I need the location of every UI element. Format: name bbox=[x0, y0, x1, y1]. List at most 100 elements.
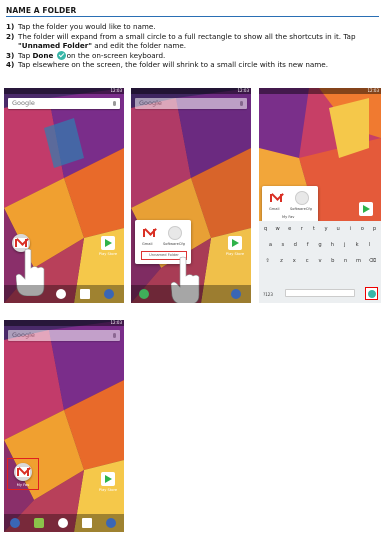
screenshot-1: 12:03 Google Play Store bbox=[4, 88, 124, 303]
play-store-label: Play Store bbox=[98, 252, 118, 256]
key-x[interactable]: x bbox=[290, 258, 299, 264]
play-store-icon[interactable] bbox=[101, 236, 115, 250]
dock bbox=[4, 285, 124, 303]
key-u[interactable]: u bbox=[334, 226, 343, 232]
key-r[interactable]: r bbox=[297, 226, 306, 232]
key-y[interactable]: y bbox=[322, 226, 331, 232]
gmail-icon bbox=[16, 467, 30, 477]
play-store-icon[interactable] bbox=[228, 236, 242, 250]
step-number: 3) bbox=[6, 50, 15, 60]
apps-icon[interactable] bbox=[58, 518, 68, 528]
screenshot-2: 12:03 Google Gmail SoftwareCfg Unnamed F… bbox=[131, 88, 251, 303]
gmail-label: Gmail bbox=[142, 242, 153, 246]
done-check-icon bbox=[56, 50, 66, 60]
key-g[interactable]: g bbox=[316, 242, 325, 248]
folder-circle-icon[interactable] bbox=[14, 463, 32, 481]
key-i[interactable]: i bbox=[346, 226, 355, 232]
key-l[interactable]: l bbox=[365, 242, 374, 248]
key-p[interactable]: p bbox=[370, 226, 379, 232]
google-search-bar[interactable]: Google bbox=[8, 330, 120, 341]
gmail-icon bbox=[14, 238, 28, 248]
gmail-dock-icon[interactable] bbox=[80, 289, 90, 299]
softwarecfg-label: SoftwareCfg bbox=[290, 207, 312, 211]
keyboard-row-3: zxcvbnm bbox=[277, 258, 363, 264]
backspace-key[interactable]: ⌫ bbox=[368, 258, 377, 264]
mic-icon[interactable] bbox=[113, 101, 116, 106]
key-w[interactable]: w bbox=[273, 226, 282, 232]
key-e[interactable]: e bbox=[285, 226, 294, 232]
step-text: Tap Done on the on-screen keyboard. bbox=[18, 50, 382, 61]
google-search-bar[interactable]: Google bbox=[8, 98, 120, 109]
wallpaper-image bbox=[4, 320, 124, 532]
key-h[interactable]: h bbox=[328, 242, 337, 248]
step-3: 3) Tap Done on the on-screen keyboard. bbox=[6, 50, 382, 61]
gmail-label: Gmail bbox=[269, 207, 280, 211]
key-n[interactable]: n bbox=[341, 258, 350, 264]
key-o[interactable]: o bbox=[358, 226, 367, 232]
google-search-bar[interactable]: Google bbox=[135, 98, 247, 109]
softwarecfg-icon[interactable] bbox=[295, 191, 309, 205]
shift-key[interactable]: ⇧ bbox=[263, 258, 272, 264]
key-d[interactable]: d bbox=[291, 242, 300, 248]
instruction-steps: 1) Tap the folder you would like to name… bbox=[6, 22, 382, 70]
step-4: 4) Tap elsewhere on the screen, the fold… bbox=[6, 60, 382, 70]
dock bbox=[131, 285, 251, 303]
step-number: 2) bbox=[6, 31, 15, 41]
key-b[interactable]: b bbox=[328, 258, 337, 264]
keyboard-row-1: qwertyuiop bbox=[261, 226, 379, 232]
gmail-icon[interactable] bbox=[269, 193, 283, 203]
step-1: 1) Tap the folder you would like to name… bbox=[6, 22, 382, 32]
folder-name-field[interactable]: My Fav bbox=[282, 215, 294, 219]
title-underline bbox=[6, 16, 379, 17]
step-text: Tap the folder you would like to name. bbox=[18, 22, 156, 31]
step-number: 4) bbox=[6, 60, 15, 70]
on-screen-keyboard: qwertyuiop asdfghjkl zxcvbnm ⇧ ⌫ ?123 bbox=[259, 221, 381, 303]
folder-name-label: My Fav bbox=[16, 483, 30, 487]
step-text-part: Tap bbox=[18, 50, 33, 60]
play-store-icon[interactable] bbox=[359, 202, 373, 216]
key-q[interactable]: q bbox=[261, 226, 270, 232]
phone-icon[interactable] bbox=[56, 289, 66, 299]
step-text-part: The folder will expand from a small circ… bbox=[18, 31, 356, 41]
phone-icon[interactable] bbox=[10, 518, 20, 528]
done-check-icon bbox=[367, 289, 376, 298]
page-title: NAME A FOLDER bbox=[6, 6, 77, 15]
status-bar: 12:03 bbox=[259, 88, 381, 94]
key-f[interactable]: f bbox=[303, 242, 312, 248]
gmail-dock-icon[interactable] bbox=[82, 518, 92, 528]
key-a[interactable]: a bbox=[266, 242, 275, 248]
keyboard-row-2: asdfghjkl bbox=[266, 242, 374, 248]
dock bbox=[4, 514, 124, 532]
status-bar: 12:03 bbox=[4, 88, 124, 94]
softwarecfg-icon[interactable] bbox=[168, 226, 182, 240]
space-key[interactable] bbox=[285, 289, 355, 297]
key-j[interactable]: j bbox=[340, 242, 349, 248]
camera-icon[interactable] bbox=[231, 289, 241, 299]
camera-icon[interactable] bbox=[104, 289, 114, 299]
gmail-icon[interactable] bbox=[142, 228, 156, 238]
key-z[interactable]: z bbox=[277, 258, 286, 264]
play-store-icon[interactable] bbox=[101, 472, 115, 486]
phone-icon[interactable] bbox=[139, 289, 149, 299]
mic-icon[interactable] bbox=[113, 333, 116, 338]
done-button[interactable] bbox=[365, 287, 378, 300]
status-bar: 12:03 bbox=[131, 88, 251, 94]
key-m[interactable]: m bbox=[354, 258, 363, 264]
key-k[interactable]: k bbox=[353, 242, 362, 248]
mic-icon[interactable] bbox=[240, 101, 243, 106]
key-c[interactable]: c bbox=[303, 258, 312, 264]
screenshot-4: 12:03 Google My Fav Play Store bbox=[4, 320, 124, 532]
step-text-bold: Done bbox=[32, 50, 54, 60]
key-v[interactable]: v bbox=[315, 258, 324, 264]
search-label: Google bbox=[12, 99, 35, 107]
step-text: Tap elsewhere on the screen, the folder … bbox=[18, 60, 329, 70]
step-text: The folder will expand from a small circ… bbox=[18, 32, 382, 51]
key-s[interactable]: s bbox=[278, 242, 287, 248]
symbols-key[interactable]: ?123 bbox=[261, 292, 275, 297]
key-t[interactable]: t bbox=[309, 226, 318, 232]
messages-icon[interactable] bbox=[34, 518, 44, 528]
expanded-folder-panel: Gmail SoftwareCfg My Fav bbox=[262, 186, 318, 224]
camera-icon[interactable] bbox=[106, 518, 116, 528]
step-text-part: on the on-screen keyboard. bbox=[66, 50, 166, 60]
softwarecfg-label: SoftwareCfg bbox=[163, 242, 185, 246]
